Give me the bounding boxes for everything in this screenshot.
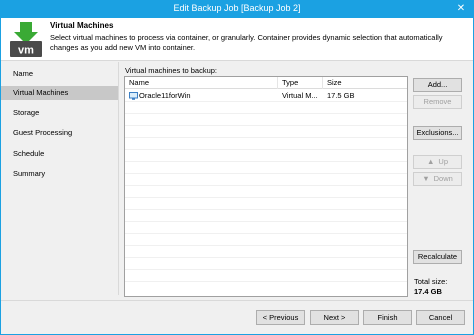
vm-grid-label: Virtual machines to backup: (125, 66, 217, 75)
empty-row (125, 246, 407, 258)
vm-icon-label: vm (18, 45, 34, 57)
step-schedule[interactable]: Schedule (1, 147, 118, 161)
total-size-value: 17.4 GB (414, 287, 442, 296)
empty-row (125, 234, 407, 246)
empty-row (125, 222, 407, 234)
next-button[interactable]: Next > (310, 310, 359, 325)
down-button[interactable]: ▼ Down (413, 172, 462, 186)
step-summary[interactable]: Summary (1, 167, 118, 181)
arrow-up-icon: ▲ (426, 157, 435, 166)
page-description: Select virtual machines to process via c… (50, 33, 443, 52)
vm-name-cell: Oracle11forWin (139, 91, 191, 100)
column-header-name[interactable]: Name (125, 77, 278, 89)
empty-row (125, 270, 407, 282)
empty-row (125, 150, 407, 162)
empty-row (125, 114, 407, 126)
down-button-label: Down (433, 174, 453, 183)
recalculate-button[interactable]: Recalculate (413, 250, 462, 264)
cancel-button[interactable]: Cancel (416, 310, 465, 325)
vm-grid[interactable]: Name Type Size Oracle11forWin Virtual M.… (124, 76, 408, 297)
table-row[interactable]: Oracle11forWin Virtual M... 17.5 GB (125, 90, 407, 102)
step-name[interactable]: Name (1, 67, 118, 81)
up-button-label: Up (438, 157, 449, 166)
empty-row (125, 138, 407, 150)
up-button[interactable]: ▲ Up (413, 155, 462, 169)
empty-row (125, 186, 407, 198)
vm-type-cell: Virtual M... (282, 91, 318, 100)
title-bar: Edit Backup Job [Backup Job 2] ✕ (1, 1, 473, 18)
empty-row (125, 282, 407, 294)
wizard-footer: < Previous Next > Finish Cancel (1, 300, 473, 334)
edit-backup-job-window: Edit Backup Job [Backup Job 2] ✕ vm Virt… (0, 0, 474, 335)
column-header-type[interactable]: Type (278, 77, 323, 89)
step-guest-processing[interactable]: Guest Processing (1, 126, 118, 140)
previous-button[interactable]: < Previous (256, 310, 305, 325)
empty-row (125, 210, 407, 222)
column-header-size[interactable]: Size (323, 77, 407, 89)
add-button[interactable]: Add... (413, 78, 462, 92)
empty-row (125, 198, 407, 210)
page-heading: Virtual Machines (50, 21, 114, 30)
step-storage[interactable]: Storage (1, 106, 118, 120)
empty-row (125, 258, 407, 270)
empty-row (125, 102, 407, 114)
arrow-down-icon: ▼ (422, 174, 430, 183)
step-virtual-machines[interactable]: Virtual Machines (1, 86, 118, 100)
wizard-header: vm Virtual Machines Select virtual machi… (1, 18, 473, 61)
vm-size-cell: 17.5 GB (327, 91, 355, 100)
remove-button[interactable]: Remove (413, 95, 462, 109)
empty-row (125, 162, 407, 174)
total-size-label: Total size: (414, 277, 448, 286)
finish-button[interactable]: Finish (363, 310, 412, 325)
exclusions-button[interactable]: Exclusions... (413, 126, 462, 140)
close-icon[interactable]: ✕ (455, 3, 467, 15)
vm-arrow-icon: vm (10, 22, 42, 57)
grid-header: Name Type Size (125, 77, 407, 89)
empty-row (125, 174, 407, 186)
wizard-steps-sidebar: Name Virtual Machines Storage Guest Proc… (1, 62, 119, 295)
vm-selection-panel: Virtual machines to backup: Name Type Si… (120, 62, 473, 300)
empty-row (125, 126, 407, 138)
window-title: Edit Backup Job [Backup Job 2] (173, 3, 301, 13)
